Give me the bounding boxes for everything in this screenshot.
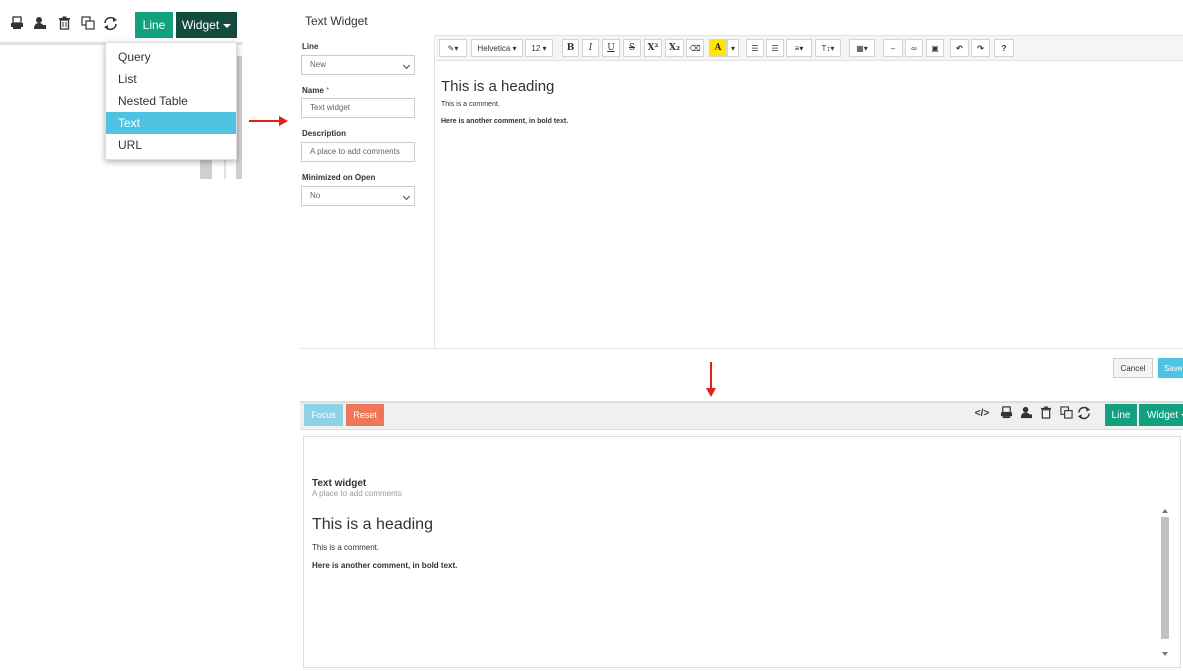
name-input-value: Text widget: [310, 103, 351, 112]
line-button-label: Line: [1111, 409, 1131, 421]
superscript-button[interactable]: X²: [644, 39, 662, 57]
redo-icon[interactable]: ↷: [971, 39, 990, 57]
underline-button[interactable]: U: [602, 39, 620, 57]
editor-footer-divider: [300, 348, 1183, 349]
magic-wand-icon[interactable]: ✎▾: [439, 39, 467, 57]
trash-icon[interactable]: [55, 16, 73, 34]
name-input[interactable]: Text widget: [301, 98, 415, 118]
line-height-icon[interactable]: T↕▾: [815, 39, 841, 57]
trash-icon[interactable]: [1038, 406, 1054, 422]
name-label-text: Name: [302, 86, 324, 95]
chevron-down-icon: [402, 192, 411, 201]
widget-form: Line New Name * Text widget Description …: [300, 35, 435, 348]
name-label: Name *: [302, 86, 329, 95]
line-button[interactable]: Line: [1105, 404, 1137, 426]
subscript-button[interactable]: X₂: [665, 39, 684, 57]
user-icon[interactable]: [1018, 406, 1034, 422]
focus-button[interactable]: Focus: [304, 404, 343, 426]
eraser-icon[interactable]: ⌫: [686, 39, 704, 57]
editor-toolbar: ✎▾ Helvetica ▾ 12 ▾ B I U S X² X₂ ⌫ A ▾ …: [436, 36, 1183, 61]
dropdown-item-url[interactable]: URL: [106, 134, 236, 156]
arrow-down-icon: [706, 362, 716, 397]
editor-heading: This is a heading: [441, 78, 555, 95]
minimized-select-value: No: [310, 191, 321, 200]
dropdown-item-list[interactable]: List: [106, 68, 236, 90]
save-button[interactable]: Save: [1158, 358, 1183, 378]
widget-button-label: Widget: [1147, 409, 1179, 421]
align-icon[interactable]: ≡▾: [786, 39, 812, 57]
copy-icon[interactable]: [79, 16, 97, 34]
widget-title: Text widget: [312, 478, 367, 489]
scroll-down-icon[interactable]: [1162, 652, 1168, 656]
description-label: Description: [302, 129, 347, 138]
dropdown-item-nested-table[interactable]: Nested Table: [106, 90, 236, 112]
refresh-icon[interactable]: [1076, 406, 1092, 422]
editor-comment: This is a comment.: [441, 101, 500, 108]
line-select-value: New: [310, 60, 327, 69]
widget-heading: This is a heading: [312, 516, 433, 533]
link-icon[interactable]: ∞: [905, 39, 923, 57]
user-icon[interactable]: [31, 16, 49, 34]
line-button[interactable]: Line: [135, 12, 173, 38]
copy-icon[interactable]: [1058, 406, 1074, 422]
highlight-caret-icon[interactable]: ▾: [727, 39, 739, 57]
description-input[interactable]: A place to add comments: [301, 142, 415, 162]
editor-bold-text: Here is another comment, in bold text.: [441, 118, 569, 125]
description-placeholder: A place to add comments: [310, 147, 400, 156]
line-select[interactable]: New: [301, 55, 415, 75]
line-label: Line: [302, 42, 319, 51]
scroll-up-icon[interactable]: [1162, 509, 1168, 513]
widget-bold-text: Here is another comment, in bold text.: [312, 561, 458, 570]
scrollbar-thumb[interactable]: [1161, 517, 1169, 639]
editor-title: Text Widget: [305, 14, 368, 28]
unordered-list-icon[interactable]: ☰: [746, 39, 764, 57]
font-family-select[interactable]: Helvetica ▾: [471, 39, 523, 57]
italic-button[interactable]: I: [582, 39, 599, 57]
minimized-select[interactable]: No: [301, 186, 415, 206]
dropdown-item-query[interactable]: Query: [106, 46, 236, 68]
table-icon[interactable]: ▦▾: [849, 39, 875, 57]
horizontal-rule-icon[interactable]: –: [883, 39, 903, 57]
widget-description: A place to add comments: [312, 489, 402, 498]
chevron-down-icon: [402, 61, 411, 70]
top-panel-toolbar: Line Widget: [0, 8, 245, 42]
arrow-right-icon: [249, 116, 288, 126]
help-icon[interactable]: ?: [994, 39, 1014, 57]
widget-button[interactable]: Widget: [1139, 404, 1183, 426]
refresh-icon[interactable]: [101, 16, 119, 34]
print-icon[interactable]: [8, 16, 26, 34]
font-size-select[interactable]: 12 ▾: [525, 39, 553, 57]
bold-button[interactable]: B: [562, 39, 579, 57]
required-marker: *: [326, 86, 330, 95]
highlight-button[interactable]: A: [709, 39, 727, 57]
ordered-list-icon[interactable]: ☰: [766, 39, 784, 57]
cancel-button[interactable]: Cancel: [1113, 358, 1153, 378]
widget-comment: This is a comment.: [312, 543, 380, 552]
widget-type-dropdown: Query List Nested Table Text URL: [105, 42, 237, 160]
caret-down-icon: [223, 24, 232, 28]
strikethrough-button[interactable]: S: [623, 39, 641, 57]
line-button-label: Line: [142, 18, 166, 32]
code-icon[interactable]: </>: [974, 406, 990, 422]
widget-button-label: Widget: [181, 18, 220, 32]
print-icon[interactable]: [998, 406, 1014, 422]
reset-button[interactable]: Reset: [346, 404, 384, 426]
dropdown-item-text[interactable]: Text: [106, 112, 236, 134]
picture-icon[interactable]: ▣: [926, 39, 944, 57]
text-widget-panel: [303, 436, 1181, 668]
widget-button[interactable]: Widget: [176, 12, 237, 38]
undo-icon[interactable]: ↶: [950, 39, 969, 57]
minimized-label: Minimized on Open: [302, 173, 376, 182]
